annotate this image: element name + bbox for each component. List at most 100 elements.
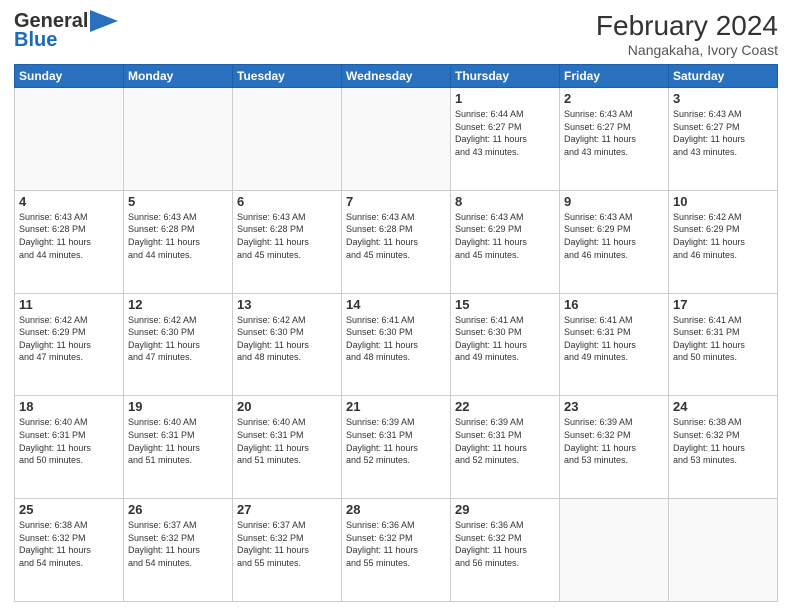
logo-flag-icon [90,10,120,32]
page: General Blue February 2024 Nangakaha, Iv… [0,0,792,612]
calendar-cell: 9 Sunrise: 6:43 AM Sunset: 6:29 PM Daylig… [560,190,669,293]
day-number: 8 [455,194,555,209]
day-number: 2 [564,91,664,106]
day-info: Sunrise: 6:39 AM Sunset: 6:31 PM Dayligh… [346,416,446,466]
day-info: Sunrise: 6:39 AM Sunset: 6:32 PM Dayligh… [564,416,664,466]
day-info: Sunrise: 6:43 AM Sunset: 6:28 PM Dayligh… [346,211,446,261]
day-info: Sunrise: 6:42 AM Sunset: 6:29 PM Dayligh… [673,211,773,261]
calendar-cell [15,88,124,191]
calendar-cell: 22 Sunrise: 6:39 AM Sunset: 6:31 PM Dayli… [451,396,560,499]
day-info: Sunrise: 6:41 AM Sunset: 6:31 PM Dayligh… [564,314,664,364]
calendar-cell [233,88,342,191]
day-info: Sunrise: 6:37 AM Sunset: 6:32 PM Dayligh… [237,519,337,569]
day-info: Sunrise: 6:39 AM Sunset: 6:31 PM Dayligh… [455,416,555,466]
day-info: Sunrise: 6:38 AM Sunset: 6:32 PM Dayligh… [673,416,773,466]
calendar-cell: 28Sunrise: 6:36 AM Sunset: 6:32 PM Dayli… [342,499,451,602]
day-info: Sunrise: 6:36 AM Sunset: 6:32 PM Dayligh… [455,519,555,569]
title-block: February 2024 Nangakaha, Ivory Coast [596,10,778,58]
calendar-cell: 2 Sunrise: 6:43 AM Sunset: 6:27 PM Daylig… [560,88,669,191]
calendar-header-tuesday: Tuesday [233,65,342,88]
day-number: 7 [346,194,446,209]
calendar-cell: 10 Sunrise: 6:42 AM Sunset: 6:29 PM Dayli… [669,190,778,293]
calendar-cell: 26Sunrise: 6:37 AM Sunset: 6:32 PM Dayli… [124,499,233,602]
calendar-cell [342,88,451,191]
calendar-cell: 4 Sunrise: 6:43 AM Sunset: 6:28 PM Daylig… [15,190,124,293]
calendar-cell: 16 Sunrise: 6:41 AM Sunset: 6:31 PM Dayli… [560,293,669,396]
day-info: Sunrise: 6:42 AM Sunset: 6:30 PM Dayligh… [237,314,337,364]
calendar-cell: 23 Sunrise: 6:39 AM Sunset: 6:32 PM Dayli… [560,396,669,499]
calendar-cell: 18 Sunrise: 6:40 AM Sunset: 6:31 PM Dayli… [15,396,124,499]
calendar-cell: 29 Sunrise: 6:36 AM Sunset: 6:32 PM Dayli… [451,499,560,602]
day-number: 25 [19,502,119,517]
day-info: Sunrise: 6:43 AM Sunset: 6:28 PM Dayligh… [19,211,119,261]
day-number: 5 [128,194,228,209]
calendar-cell: 25 Sunrise: 6:38 AM Sunset: 6:32 PM Dayli… [15,499,124,602]
calendar-week-row: 25 Sunrise: 6:38 AM Sunset: 6:32 PM Dayli… [15,499,778,602]
day-number: 21 [346,399,446,414]
calendar-cell: 12 Sunrise: 6:42 AM Sunset: 6:30 PM Dayli… [124,293,233,396]
calendar-cell: 15 Sunrise: 6:41 AM Sunset: 6:30 PM Dayli… [451,293,560,396]
month-year: February 2024 [596,10,778,42]
day-info: Sunrise: 6:36 AM Sunset: 6:32 PM Dayligh… [346,519,446,569]
calendar-header-friday: Friday [560,65,669,88]
day-number: 19 [128,399,228,414]
calendar-cell: 19Sunrise: 6:40 AM Sunset: 6:31 PM Dayli… [124,396,233,499]
calendar-cell: 6 Sunrise: 6:43 AM Sunset: 6:28 PM Daylig… [233,190,342,293]
day-info: Sunrise: 6:43 AM Sunset: 6:29 PM Dayligh… [564,211,664,261]
calendar-table: SundayMondayTuesdayWednesdayThursdayFrid… [14,64,778,602]
day-info: Sunrise: 6:43 AM Sunset: 6:28 PM Dayligh… [237,211,337,261]
day-number: 3 [673,91,773,106]
day-number: 17 [673,297,773,312]
day-info: Sunrise: 6:43 AM Sunset: 6:29 PM Dayligh… [455,211,555,261]
calendar-week-row: 4 Sunrise: 6:43 AM Sunset: 6:28 PM Daylig… [15,190,778,293]
day-number: 27 [237,502,337,517]
day-info: Sunrise: 6:38 AM Sunset: 6:32 PM Dayligh… [19,519,119,569]
day-number: 15 [455,297,555,312]
calendar-cell: 14 Sunrise: 6:41 AM Sunset: 6:30 PM Dayli… [342,293,451,396]
calendar-cell [124,88,233,191]
day-number: 9 [564,194,664,209]
calendar-cell: 21 Sunrise: 6:39 AM Sunset: 6:31 PM Dayli… [342,396,451,499]
day-number: 4 [19,194,119,209]
day-info: Sunrise: 6:44 AM Sunset: 6:27 PM Dayligh… [455,108,555,158]
day-number: 11 [19,297,119,312]
day-number: 26 [128,502,228,517]
day-number: 23 [564,399,664,414]
calendar-cell: 24 Sunrise: 6:38 AM Sunset: 6:32 PM Dayli… [669,396,778,499]
day-info: Sunrise: 6:40 AM Sunset: 6:31 PM Dayligh… [19,416,119,466]
day-number: 18 [19,399,119,414]
calendar-cell: 17 Sunrise: 6:41 AM Sunset: 6:31 PM Dayli… [669,293,778,396]
day-number: 13 [237,297,337,312]
calendar-cell: 5 Sunrise: 6:43 AM Sunset: 6:28 PM Daylig… [124,190,233,293]
calendar-week-row: 18 Sunrise: 6:40 AM Sunset: 6:31 PM Dayli… [15,396,778,499]
calendar-header-row: SundayMondayTuesdayWednesdayThursdayFrid… [15,65,778,88]
day-info: Sunrise: 6:41 AM Sunset: 6:30 PM Dayligh… [455,314,555,364]
calendar-week-row: 1 Sunrise: 6:44 AM Sunset: 6:27 PM Daylig… [15,88,778,191]
day-info: Sunrise: 6:41 AM Sunset: 6:31 PM Dayligh… [673,314,773,364]
day-number: 29 [455,502,555,517]
location: Nangakaha, Ivory Coast [596,42,778,58]
calendar-cell: 13 Sunrise: 6:42 AM Sunset: 6:30 PM Dayli… [233,293,342,396]
day-number: 22 [455,399,555,414]
day-number: 24 [673,399,773,414]
calendar-header-sunday: Sunday [15,65,124,88]
day-number: 14 [346,297,446,312]
day-number: 16 [564,297,664,312]
day-number: 10 [673,194,773,209]
day-info: Sunrise: 6:42 AM Sunset: 6:30 PM Dayligh… [128,314,228,364]
calendar-cell: 3Sunrise: 6:43 AM Sunset: 6:27 PM Daylig… [669,88,778,191]
calendar-cell: 20Sunrise: 6:40 AM Sunset: 6:31 PM Dayli… [233,396,342,499]
calendar-cell: 8 Sunrise: 6:43 AM Sunset: 6:29 PM Daylig… [451,190,560,293]
calendar-cell: 11Sunrise: 6:42 AM Sunset: 6:29 PM Dayli… [15,293,124,396]
calendar-cell [669,499,778,602]
day-number: 12 [128,297,228,312]
day-info: Sunrise: 6:41 AM Sunset: 6:30 PM Dayligh… [346,314,446,364]
logo: General Blue [14,10,120,52]
day-number: 1 [455,91,555,106]
day-info: Sunrise: 6:43 AM Sunset: 6:28 PM Dayligh… [128,211,228,261]
calendar-header-wednesday: Wednesday [342,65,451,88]
day-number: 6 [237,194,337,209]
calendar-cell: 7 Sunrise: 6:43 AM Sunset: 6:28 PM Daylig… [342,190,451,293]
day-info: Sunrise: 6:43 AM Sunset: 6:27 PM Dayligh… [564,108,664,158]
calendar-week-row: 11Sunrise: 6:42 AM Sunset: 6:29 PM Dayli… [15,293,778,396]
